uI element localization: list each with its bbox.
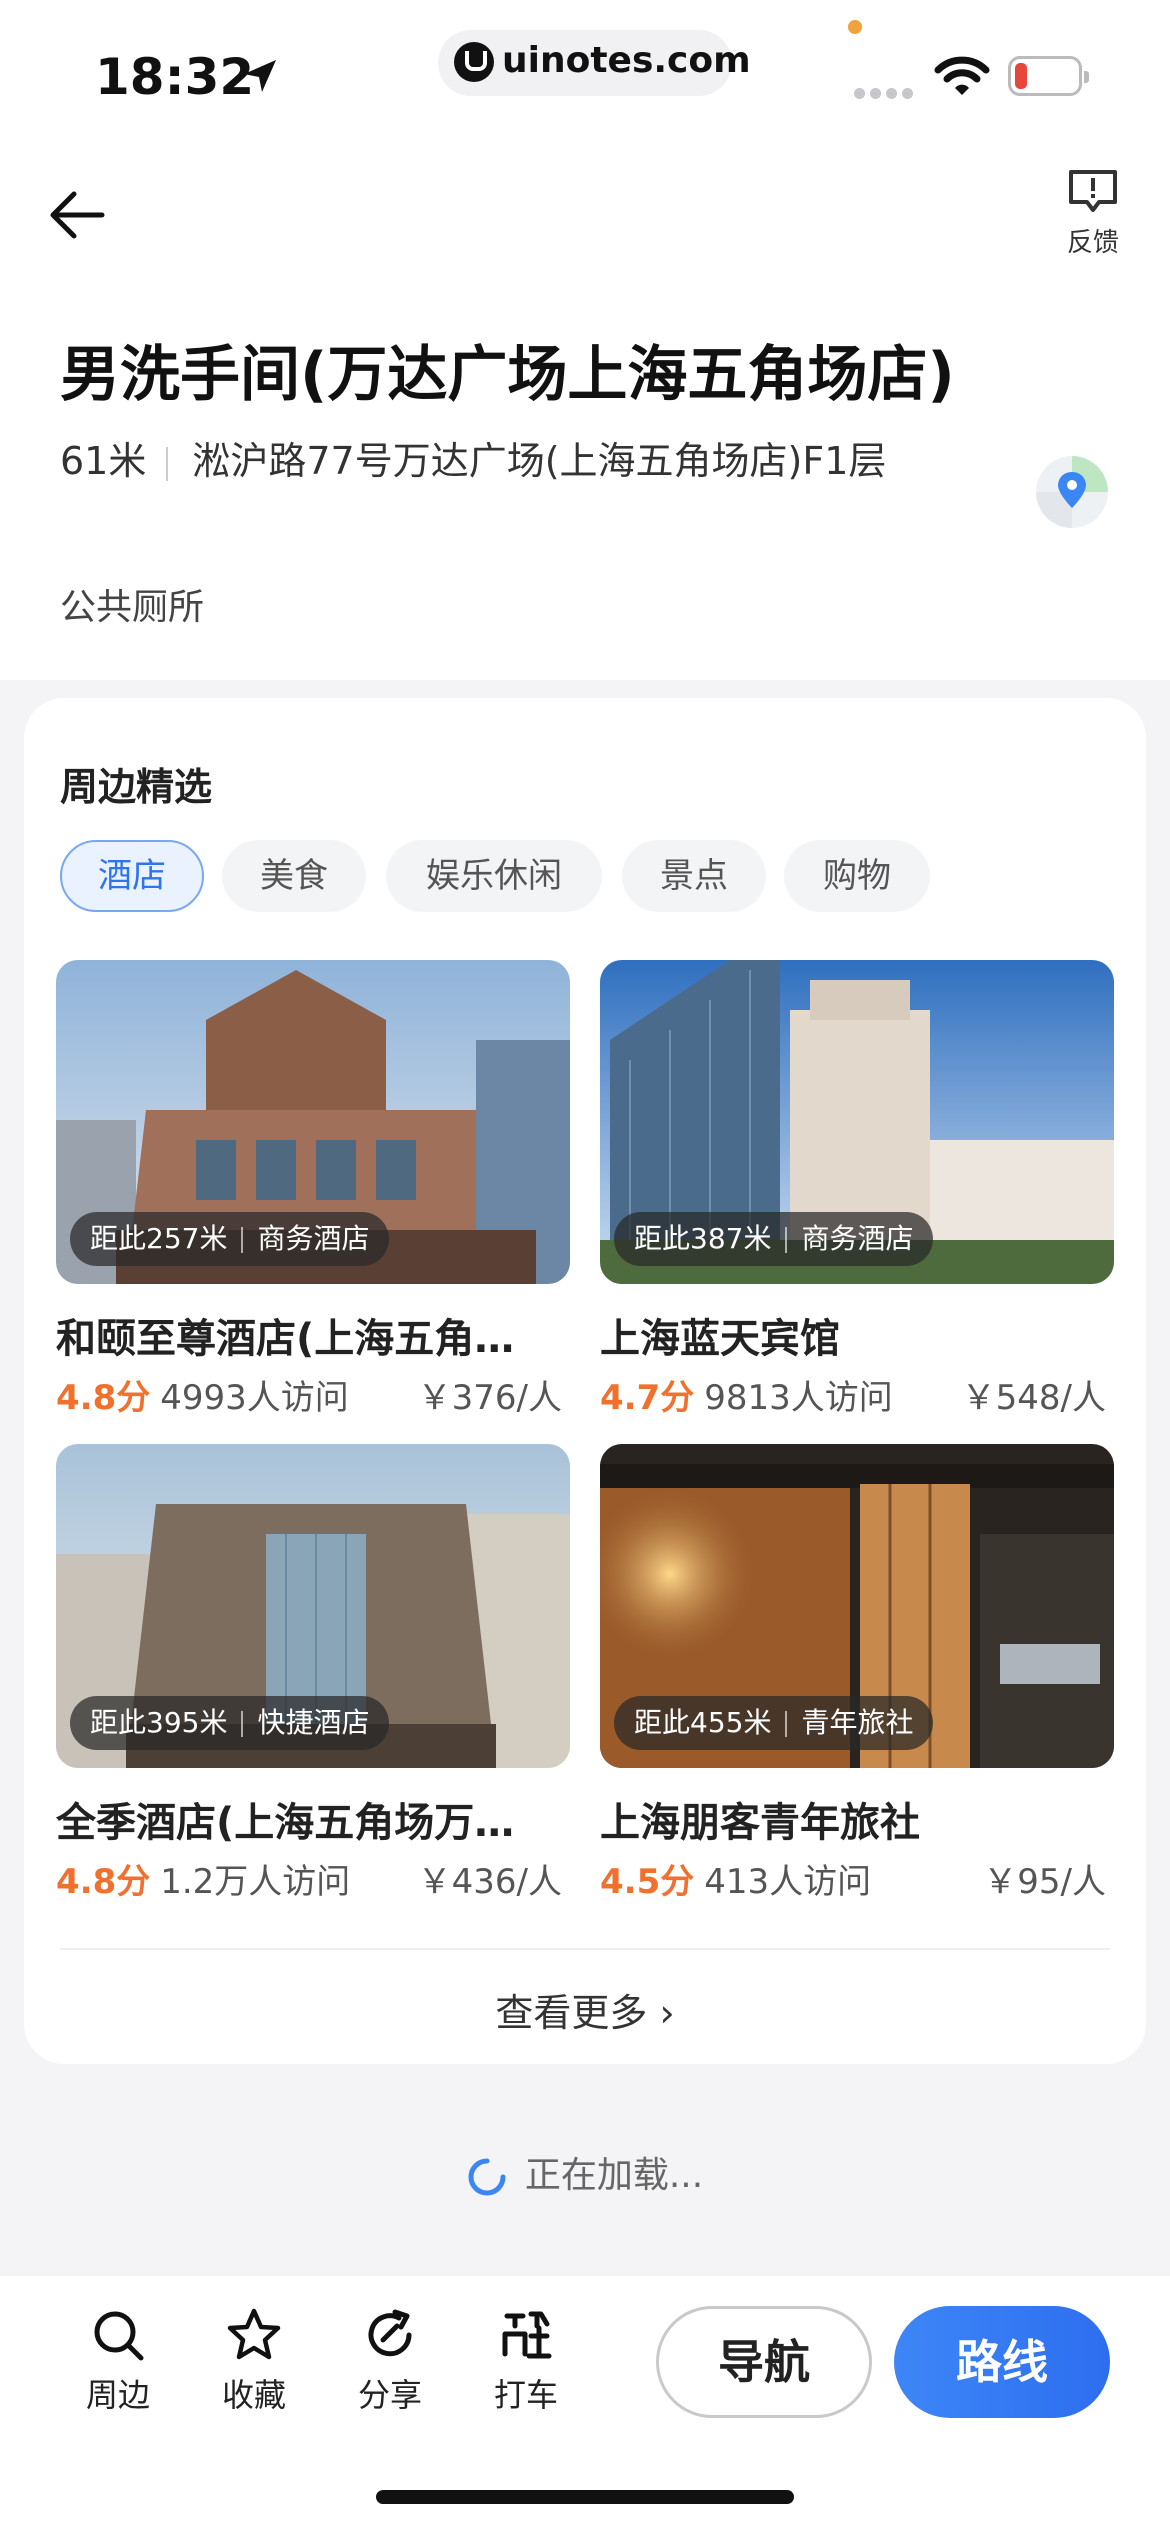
favorite-button[interactable]: 收藏 <box>204 2306 304 2416</box>
taxi-button[interactable]: 打车 <box>476 2306 576 2416</box>
back-arrow-icon[interactable] <box>44 180 114 250</box>
url-text: uinotes.com <box>502 40 751 81</box>
poi-category: 公共厕所 <box>60 587 205 628</box>
see-more-link[interactable]: 查看更多 › <box>24 1982 1146 2037</box>
hotel-name: 和颐至尊酒店(上海五角… <box>56 1316 515 1362</box>
hotel-meta: 4.5分 413人访问 ￥95/人 <box>600 1854 1114 1903</box>
poi-header-section: 18:32 uinotes.com 反馈 男洗手间(万达广场上海五角场店) 61… <box>0 0 1170 680</box>
divider <box>60 1948 1110 1950</box>
hotel-type: 商务酒店 <box>801 1222 914 1255</box>
feedback-label: 反馈 <box>1066 228 1119 258</box>
hotel-type: 商务酒店 <box>257 1222 370 1255</box>
hotel-tag: 距此257米 商务酒店 <box>70 1212 390 1266</box>
route-button[interactable]: 路线 <box>894 2306 1110 2418</box>
favorite-label: 收藏 <box>221 2376 286 2414</box>
hotel-tag: 距此395米 快捷酒店 <box>70 1696 390 1750</box>
feedback-icon <box>1069 170 1117 212</box>
hotel-distance: 距此455米 <box>634 1706 772 1739</box>
tab-entertainment[interactable]: 娱乐休闲 <box>386 840 602 912</box>
hotel-visits: 4993人访问 <box>160 1378 349 1418</box>
tab-attractions[interactable]: 景点 <box>622 840 766 912</box>
wifi-icon <box>934 56 990 95</box>
poi-address: 淞沪路77号万达广场(上海五角场店)F1层 <box>192 439 887 483</box>
search-icon <box>94 2311 144 2361</box>
nearby-card: 周边精选 酒店 美食 娱乐休闲 景点 购物 距此257米 商务酒店 和颐至尊酒店(… <box>24 698 1146 2064</box>
status-bar: 18:32 uinotes.com <box>0 0 1170 140</box>
hotel-tag: 距此387米 商务酒店 <box>614 1212 934 1266</box>
poi-distance: 61米 <box>60 439 147 483</box>
feedback-button[interactable]: 反馈 <box>1058 166 1128 259</box>
hotel-name: 全季酒店(上海五角场万… <box>56 1800 515 1846</box>
hotel-price: ￥436/人 <box>417 1862 562 1902</box>
hotel-score: 4.5分 <box>600 1862 695 1902</box>
hotel-visits: 9813人访问 <box>704 1378 893 1418</box>
share-icon <box>368 2309 412 2357</box>
poi-title: 男洗手间(万达广场上海五角场店) <box>60 340 955 410</box>
hotel-price: ￥548/人 <box>961 1378 1106 1418</box>
map-pin-icon[interactable] <box>1034 454 1110 530</box>
hotel-distance: 距此257米 <box>90 1222 228 1255</box>
hotel-meta: 4.8分 1.2万人访问 ￥436/人 <box>56 1854 570 1903</box>
privacy-indicator-dot <box>848 20 862 34</box>
site-logo-icon <box>454 42 494 82</box>
hotel-distance: 距此395米 <box>90 1706 228 1739</box>
share-button[interactable]: 分享 <box>340 2306 440 2416</box>
home-indicator[interactable] <box>376 2490 794 2504</box>
nearby-section-title: 周边精选 <box>60 765 213 809</box>
hotel-score: 4.8分 <box>56 1378 151 1418</box>
location-arrow-icon <box>244 60 276 92</box>
taxi-label: 打车 <box>493 2376 558 2414</box>
navigate-button[interactable]: 导航 <box>656 2306 872 2418</box>
tab-hotel[interactable]: 酒店 <box>60 840 204 912</box>
status-time: 18:32 <box>95 48 255 106</box>
hotel-card[interactable]: 距此455米 青年旅社 上海朋客青年旅社 4.5分 413人访问 ￥95/人 <box>600 1444 1114 1914</box>
hotel-visits: 413人访问 <box>704 1862 872 1902</box>
hotel-price: ￥376/人 <box>417 1378 562 1418</box>
hotel-distance: 距此387米 <box>634 1222 772 1255</box>
divider <box>166 446 169 481</box>
hotel-card[interactable]: 距此257米 商务酒店 和颐至尊酒店(上海五角… 4.8分 4993人访问 ￥376/… <box>56 960 570 1430</box>
share-label: 分享 <box>357 2376 422 2414</box>
tab-shopping[interactable]: 购物 <box>784 840 930 912</box>
hotel-name: 上海朋客青年旅社 <box>600 1800 920 1846</box>
hotel-meta: 4.8分 4993人访问 ￥376/人 <box>56 1370 570 1419</box>
hotel-type: 快捷酒店 <box>257 1706 370 1739</box>
loading-indicator: 正在加载... <box>0 2146 1170 2198</box>
nearby-button[interactable]: 周边 <box>68 2306 168 2416</box>
hotel-name: 上海蓝天宾馆 <box>600 1316 840 1362</box>
hotel-type: 青年旅社 <box>801 1706 914 1739</box>
taxi-icon <box>502 2311 552 2359</box>
hotel-card[interactable]: 距此395米 快捷酒店 全季酒店(上海五角场万… 4.8分 1.2万人访问 ￥436/… <box>56 1444 570 1914</box>
hotel-score: 4.8分 <box>56 1862 151 1902</box>
poi-address-line: 61米 淞沪路77号万达广场(上海五角场店)F1层 <box>60 432 920 490</box>
hotel-price: ￥95/人 <box>983 1862 1106 1902</box>
battery-icon <box>1008 56 1089 96</box>
hotel-card[interactable]: 距此387米 商务酒店 上海蓝天宾馆 4.7分 9813人访问 ￥548/人 <box>600 960 1114 1430</box>
hotel-score: 4.7分 <box>600 1378 695 1418</box>
star-icon <box>227 2308 281 2360</box>
loading-text: 正在加载... <box>524 2155 704 2196</box>
cellular-signal-icon <box>854 84 918 103</box>
hotel-visits: 1.2万人访问 <box>160 1862 351 1902</box>
hotel-meta: 4.7分 9813人访问 ￥548/人 <box>600 1370 1114 1419</box>
loading-spinner-icon <box>468 2158 506 2196</box>
tab-food[interactable]: 美食 <box>222 840 366 912</box>
nearby-label: 周边 <box>85 2376 150 2414</box>
hotel-tag: 距此455米 青年旅社 <box>614 1696 934 1750</box>
